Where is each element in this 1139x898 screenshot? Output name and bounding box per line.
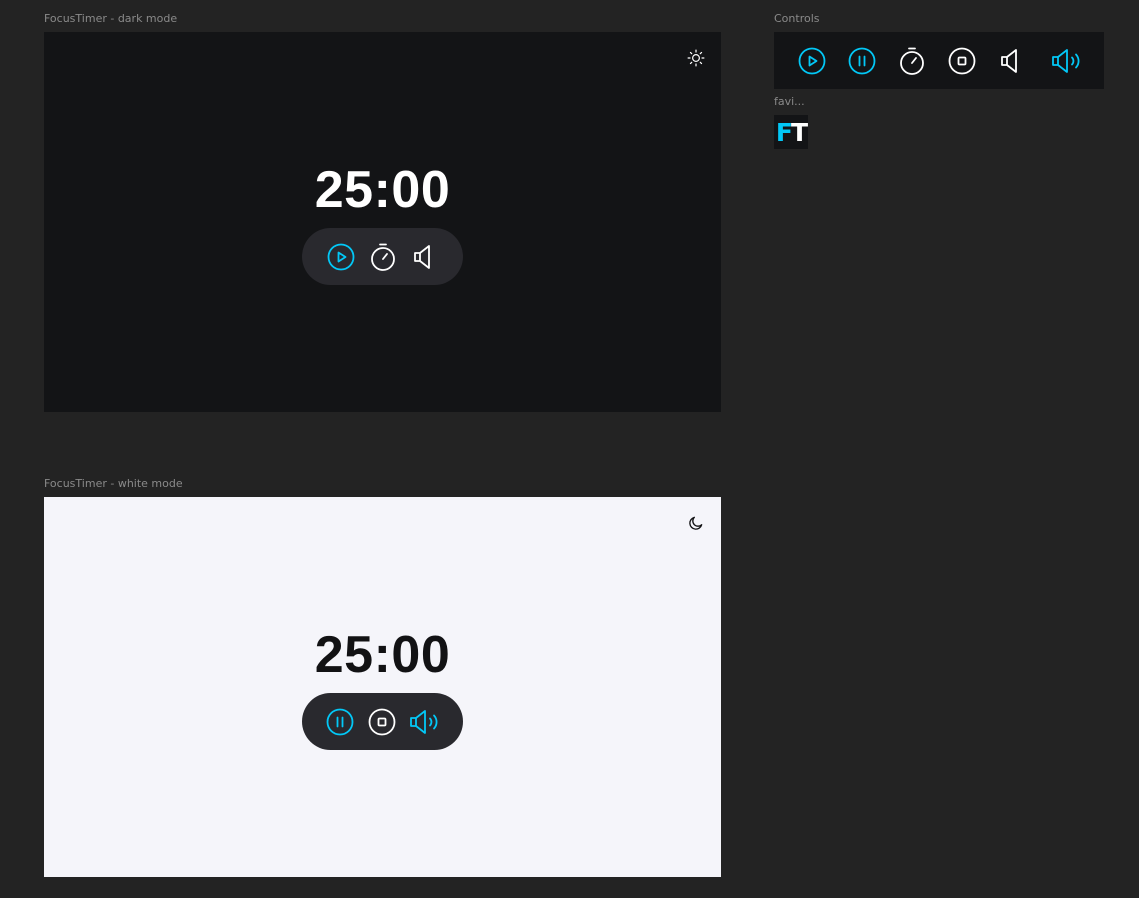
play-icon[interactable] (325, 241, 357, 273)
timer-display: 25:00 (314, 161, 451, 219)
stopwatch-icon[interactable] (367, 241, 399, 273)
frame-label-light: FocusTimer - white mode (44, 477, 183, 490)
moon-icon[interactable] (686, 513, 706, 533)
sound-off-icon[interactable] (996, 45, 1028, 77)
timer-display: 25:00 (314, 626, 451, 684)
pause-icon[interactable] (846, 45, 878, 77)
sun-icon[interactable] (686, 48, 706, 68)
controls-panel (774, 32, 1104, 89)
sound-off-icon[interactable] (409, 241, 441, 273)
play-icon[interactable] (796, 45, 828, 77)
stop-icon[interactable] (946, 45, 978, 77)
stop-icon[interactable] (366, 706, 398, 738)
sound-on-icon[interactable] (408, 706, 442, 738)
sound-on-icon[interactable] (1050, 45, 1084, 77)
favicon-letter-t: T (791, 117, 808, 147)
controls-pill (302, 693, 463, 750)
favicon-label: favi... (774, 95, 805, 108)
stopwatch-icon[interactable] (896, 45, 928, 77)
pause-icon[interactable] (324, 706, 356, 738)
favicon-letter-f: F (775, 117, 793, 147)
dark-mode-frame: 25:00 (44, 32, 721, 412)
favicon-logo: FT (774, 115, 808, 149)
controls-label: Controls (774, 12, 820, 25)
controls-pill (302, 228, 463, 285)
light-mode-frame: 25:00 (44, 497, 721, 877)
frame-label-dark: FocusTimer - dark mode (44, 12, 178, 25)
